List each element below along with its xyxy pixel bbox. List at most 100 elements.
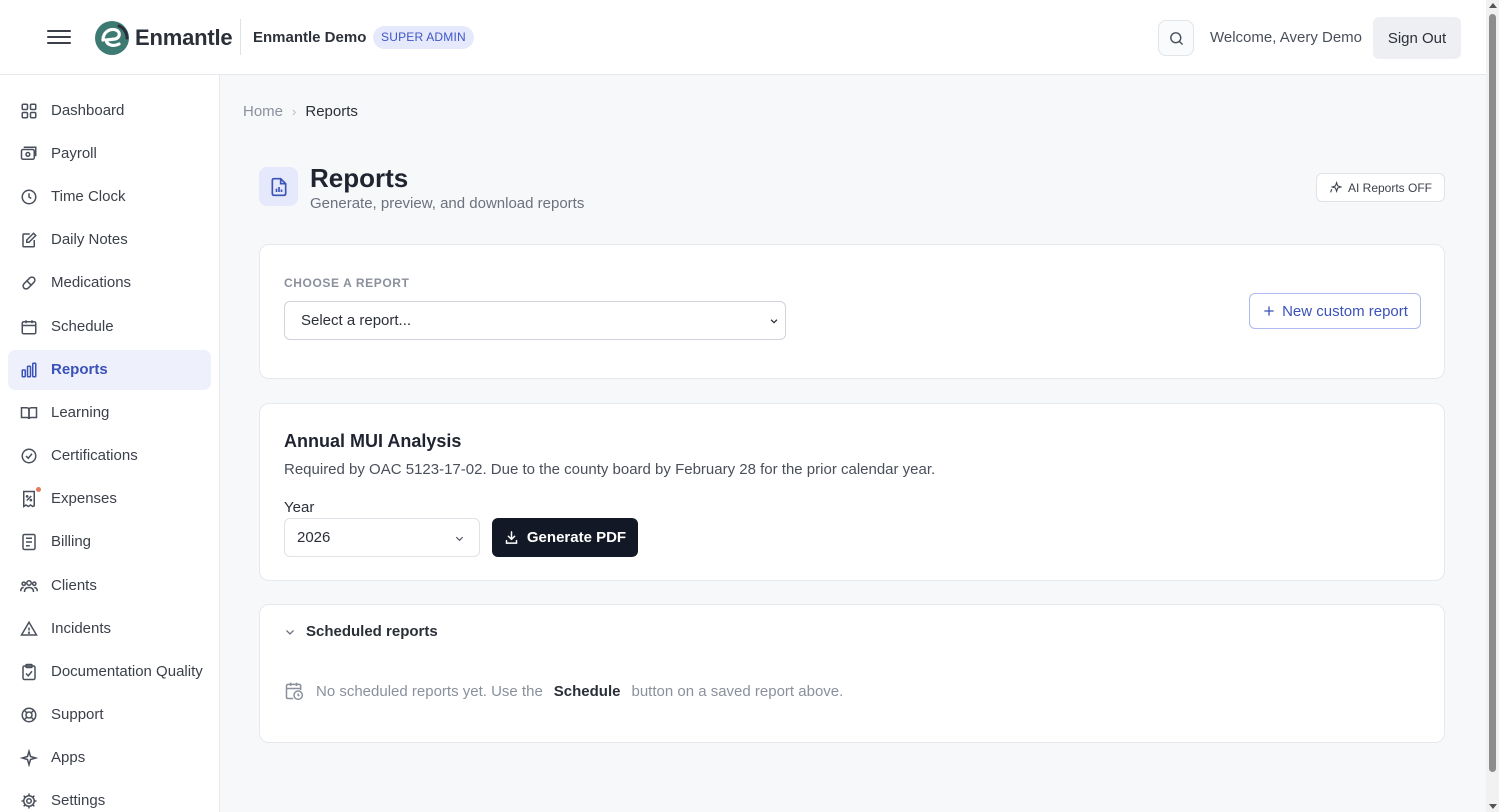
sidebar-item-incidents[interactable]: Incidents xyxy=(8,609,211,649)
sidebar-item-schedule[interactable]: Schedule xyxy=(8,307,211,347)
sidebar-item-label: Apps xyxy=(51,749,86,766)
choose-report-label: CHOOSE A REPORT xyxy=(284,276,410,290)
sidebar-item-support[interactable]: Support xyxy=(8,695,211,735)
sidebar-item-medications[interactable]: Medications xyxy=(8,263,211,303)
year-label: Year xyxy=(284,499,315,516)
check-circle-icon xyxy=(21,448,37,464)
org-name: Enmantle Demo xyxy=(253,29,367,46)
search-button[interactable] xyxy=(1158,20,1194,56)
sidebar-item-label: Clients xyxy=(51,577,97,594)
report-file-icon xyxy=(259,167,298,206)
scheduled-reports-card: Scheduled reports No scheduled reports y… xyxy=(259,604,1445,743)
sidebar-item-settings[interactable]: Settings xyxy=(8,781,211,812)
scheduled-empty-text-before: No scheduled reports yet. Use the xyxy=(316,682,543,700)
chevron-down-icon xyxy=(770,319,778,324)
sidebar-item-reports[interactable]: Reports xyxy=(8,350,211,390)
sidebar-item-label: Support xyxy=(51,706,104,723)
sidebar-item-label: Daily Notes xyxy=(51,231,128,248)
document-icon xyxy=(22,533,36,551)
notes-icon xyxy=(22,232,37,248)
sidebar: Dashboard Payroll Time Clock Daily Notes… xyxy=(0,75,220,812)
scroll-up-arrow-icon[interactable] xyxy=(1489,3,1497,8)
page-title: Reports xyxy=(310,163,409,193)
sidebar-item-dashboard[interactable]: Dashboard xyxy=(8,91,211,131)
sidebar-item-label: Payroll xyxy=(51,145,97,162)
top-header: Enmantle Enmantle Demo SUPER ADMIN Welco… xyxy=(0,0,1486,75)
breadcrumb-current: Reports xyxy=(305,103,358,120)
generate-pdf-button[interactable]: Generate PDF xyxy=(492,518,638,557)
scheduled-empty-state: No scheduled reports yet. Use the Schedu… xyxy=(284,681,843,701)
logo[interactable]: Enmantle xyxy=(93,19,233,57)
ai-reports-toggle[interactable]: AI Reports OFF xyxy=(1316,173,1445,202)
sidebar-item-time-clock[interactable]: Time Clock xyxy=(8,177,211,217)
users-icon xyxy=(20,580,38,593)
sidebar-item-daily-notes[interactable]: Daily Notes xyxy=(8,220,211,260)
logo-mark-icon xyxy=(95,21,129,55)
sidebar-item-label: Certifications xyxy=(51,447,138,464)
download-icon xyxy=(505,531,518,544)
sidebar-item-payroll[interactable]: Payroll xyxy=(8,134,211,174)
gear-icon xyxy=(21,793,37,809)
sidebar-item-certifications[interactable]: Certifications xyxy=(8,436,211,476)
sidebar-item-documentation-quality[interactable]: Documentation Quality xyxy=(8,652,211,692)
clock-icon xyxy=(21,189,37,205)
bar-chart-icon xyxy=(21,362,37,378)
annual-mui-card: Annual MUI Analysis Required by OAC 5123… xyxy=(259,403,1445,581)
logo-text: Enmantle xyxy=(135,25,233,50)
sidebar-item-label: Medications xyxy=(51,274,132,291)
page-scrollbar[interactable] xyxy=(1486,0,1499,812)
wallet-icon xyxy=(20,146,37,160)
sidebar-item-apps[interactable]: Apps xyxy=(8,738,211,778)
sidebar-item-label: Billing xyxy=(51,533,92,550)
new-custom-report-label: New custom report xyxy=(1282,302,1408,320)
sidebar-item-label: Learning xyxy=(51,404,110,421)
chevron-down-icon xyxy=(455,536,464,542)
sidebar-item-label: Incidents xyxy=(51,620,112,637)
year-select[interactable]: 2026 xyxy=(284,518,480,557)
sidebar-item-billing[interactable]: Billing xyxy=(8,522,211,562)
report-title: Annual MUI Analysis xyxy=(284,431,462,451)
sidebar-item-learning[interactable]: Learning xyxy=(8,393,211,433)
grid-icon xyxy=(21,103,37,119)
header-divider xyxy=(240,19,241,55)
new-custom-report-button[interactable]: New custom report xyxy=(1249,293,1421,329)
clipboard-check-icon xyxy=(22,663,36,681)
sidebar-item-label: Documentation Quality xyxy=(51,663,203,680)
year-select-value: 2026 xyxy=(297,529,331,546)
role-badge: SUPER ADMIN xyxy=(373,26,474,49)
chevron-right-icon: › xyxy=(292,104,297,119)
menu-icon[interactable] xyxy=(47,26,71,48)
scroll-down-arrow-icon[interactable] xyxy=(1489,804,1497,809)
generate-pdf-label: Generate PDF xyxy=(526,529,627,546)
sidebar-item-label: Time Clock xyxy=(51,188,126,205)
sidebar-item-label: Reports xyxy=(51,361,108,378)
ai-reports-label: AI Reports OFF xyxy=(1347,180,1433,195)
sidebar-item-label: Dashboard xyxy=(51,102,125,119)
scheduled-reports-toggle[interactable]: Scheduled reports xyxy=(284,623,438,640)
search-icon xyxy=(1169,31,1183,45)
report-chooser-card: CHOOSE A REPORT Select a report... New c… xyxy=(259,244,1445,379)
sidebar-item-label: Settings xyxy=(51,792,106,809)
page-subtitle: Generate, preview, and download reports xyxy=(310,195,585,212)
sidebar-item-clients[interactable]: Clients xyxy=(8,566,211,606)
sidebar-item-expenses[interactable]: Expenses xyxy=(8,479,211,519)
breadcrumb: Home › Reports xyxy=(243,103,358,120)
plus-icon xyxy=(1264,306,1274,316)
scrollbar-thumb[interactable] xyxy=(1489,14,1496,772)
alert-icon xyxy=(20,620,38,636)
scheduled-reports-title: Scheduled reports xyxy=(306,623,438,640)
welcome-text: Welcome, Avery Demo xyxy=(1210,29,1362,46)
scheduled-empty-bold: Schedule xyxy=(553,682,621,700)
book-icon xyxy=(20,407,38,420)
calendar-clock-icon xyxy=(285,682,304,701)
breadcrumb-home-link[interactable]: Home xyxy=(243,103,283,120)
sidebar-item-label: Schedule xyxy=(51,318,114,335)
sign-out-button[interactable]: Sign Out xyxy=(1373,17,1461,59)
report-select[interactable]: Select a report... xyxy=(284,301,786,340)
pill-icon xyxy=(22,276,36,290)
calendar-icon xyxy=(21,320,37,335)
chevron-down-icon xyxy=(286,629,294,635)
notification-dot xyxy=(36,487,41,492)
report-select-value: Select a report... xyxy=(301,312,412,329)
scheduled-empty-text-after: button on a saved report above. xyxy=(631,682,844,700)
